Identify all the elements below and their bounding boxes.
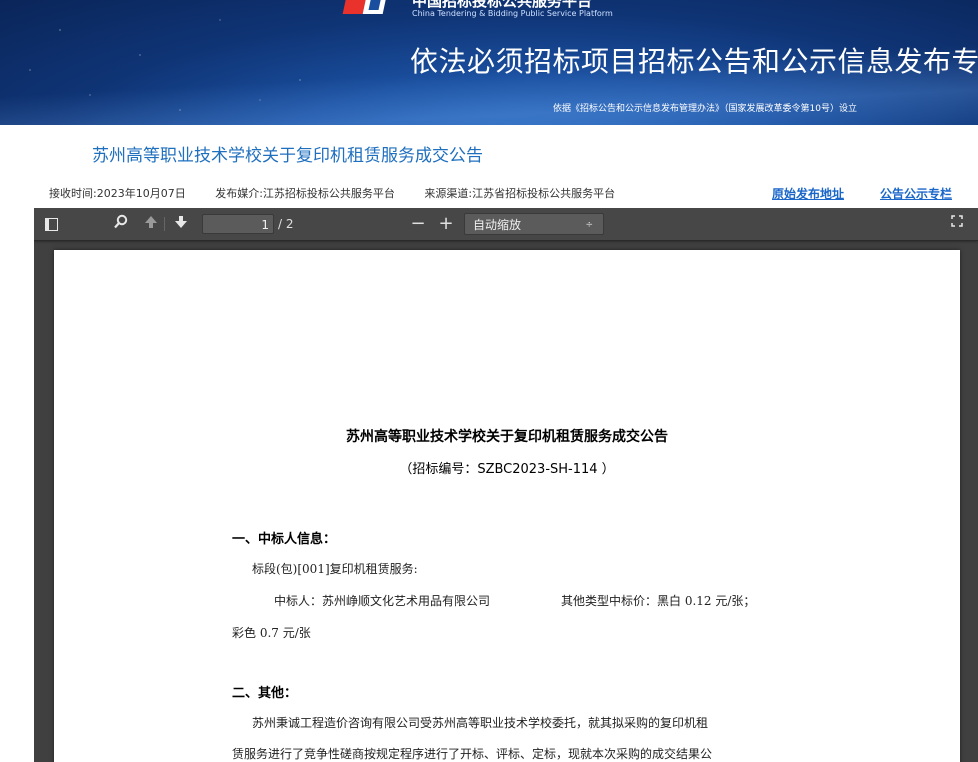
section-heading-other: 二、其他： <box>232 686 298 701</box>
platform-logo-icon <box>342 0 389 18</box>
pdf-viewer: 1 / 2 − + 自动缩放 ÷ 苏州高等职业技术学校关于复印机租赁服务成交公告… <box>34 208 978 762</box>
fullscreen-icon[interactable] <box>948 214 966 234</box>
previous-page-icon[interactable] <box>142 214 160 234</box>
zoom-select[interactable]: 自动缩放 ÷ <box>464 213 604 235</box>
document-title: 苏州高等职业技术学校关于复印机租赁服务成交公告 <box>346 429 668 445</box>
received-time: 接收时间:2023年10月07日 <box>49 187 186 200</box>
pdf-toolbar: 1 / 2 − + 自动缩放 ÷ <box>34 208 978 241</box>
toolbar-separator <box>164 217 165 231</box>
platform-english-name: China Tendering & Bidding Public Service… <box>412 9 613 18</box>
original-address-link[interactable]: 原始发布地址 <box>772 185 844 202</box>
winner-name: 中标人：苏州峥顺文化艺术用品有限公司 <box>274 594 491 608</box>
winning-price-continued: 彩色 0.7 元/张 <box>232 626 311 640</box>
banner-subtitle: 依据《招标公告和公示信息发布管理办法》（国家发展改革委令第10号）设立 <box>553 104 857 114</box>
banner-title: 依法必须招标项目招标公告和公示信息发布专栏 <box>410 45 978 78</box>
section-heading-winner: 一、中标人信息： <box>232 532 337 547</box>
source-channel: 来源渠道:江苏省招标投标公共服务平台 <box>424 187 616 200</box>
pdf-page: 苏州高等职业技术学校关于复印机租赁服务成交公告 （招标编号：SZBC2023-S… <box>54 250 960 762</box>
page-total: / 2 <box>278 217 294 231</box>
zoom-in-button[interactable]: + <box>438 214 454 234</box>
announcement-column-link[interactable]: 公告公示专栏 <box>880 185 952 202</box>
page-number-input[interactable]: 1 <box>202 214 274 234</box>
zoom-out-button[interactable]: − <box>410 214 426 234</box>
other-paragraph-line-2: 赁服务进行了竞争性磋商按规定程序进行了开标、评标、定标，现就本次采购的成交结果公 <box>232 747 713 761</box>
other-paragraph-line-1: 苏州秉诚工程造价咨询有限公司受苏州高等职业技术学校委托，就其拟采购的复印机租 <box>252 716 709 730</box>
publish-media: 发布媒介:江苏招标投标公共服务平台 <box>215 187 395 200</box>
winning-price: 其他类型中标价：黑白 0.12 元/张； <box>561 594 756 608</box>
sidebar-toggle-icon[interactable] <box>44 214 60 234</box>
zoom-select-arrow-icon: ÷ <box>585 220 593 230</box>
header-banner: 中国招标投标公共服务平台 China Tendering & Bidding P… <box>0 0 978 125</box>
search-icon[interactable] <box>112 214 130 234</box>
article-meta: 接收时间:2023年10月07日 发布媒介:江苏招标投标公共服务平台 来源渠道:… <box>49 185 641 201</box>
lot-name: 标段(包)[001]复印机租赁服务: <box>252 562 418 576</box>
next-page-icon[interactable] <box>172 214 190 234</box>
page-title: 苏州高等职业技术学校关于复印机租赁服务成交公告 <box>92 146 483 166</box>
zoom-select-value: 自动缩放 <box>473 218 522 232</box>
tender-number: （招标编号：SZBC2023-SH-114 ） <box>399 462 615 477</box>
